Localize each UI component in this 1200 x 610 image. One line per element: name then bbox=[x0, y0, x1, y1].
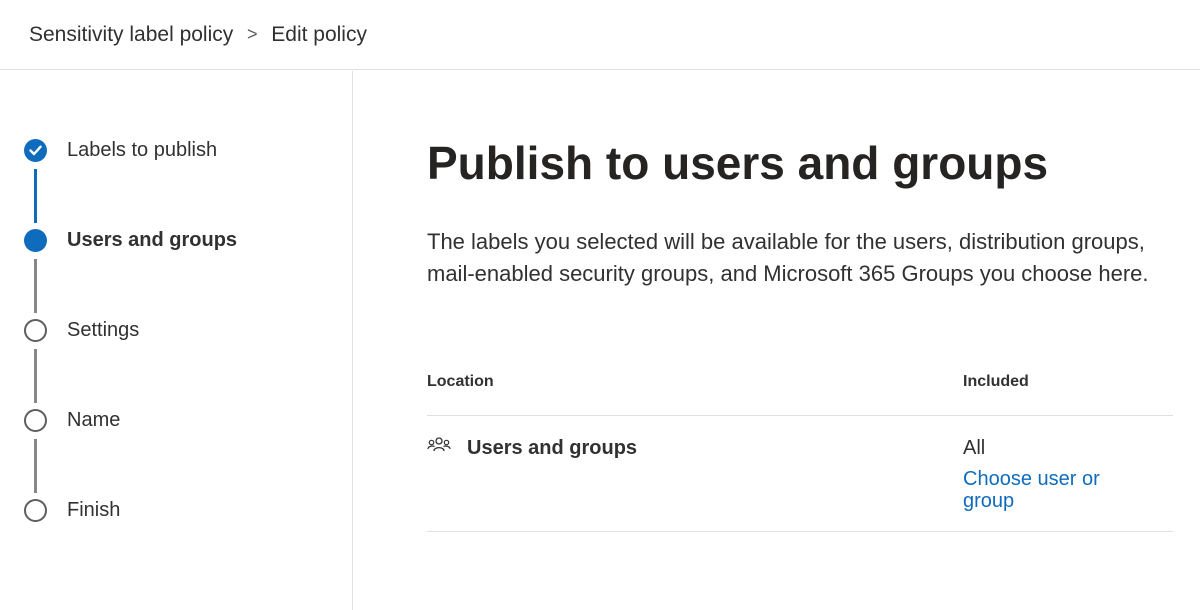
wizard-step-label: Users and groups bbox=[67, 228, 238, 251]
wizard-step-settings[interactable]: Settings bbox=[0, 315, 353, 345]
table-header-row: Location Included bbox=[427, 364, 1173, 416]
wizard-step-users-and-groups[interactable]: Users and groups bbox=[0, 225, 353, 255]
column-header-location: Location bbox=[427, 373, 494, 390]
table-row: Users and groups All Choose user or grou… bbox=[427, 416, 1173, 532]
page-description: The labels you selected will be availabl… bbox=[427, 229, 1149, 286]
step-connector bbox=[34, 439, 37, 493]
empty-circle-icon bbox=[24, 319, 47, 342]
step-connector bbox=[34, 259, 37, 313]
people-icon bbox=[427, 436, 451, 454]
breadcrumb-edit-policy: Edit policy bbox=[271, 22, 367, 46]
breadcrumb: Sensitivity label policy > Edit policy bbox=[29, 23, 367, 47]
locations-table: Location Included Users and groups All C… bbox=[427, 364, 1173, 532]
page-header: Sensitivity label policy > Edit policy bbox=[0, 0, 1200, 70]
wizard-step-label: Name bbox=[67, 408, 121, 431]
included-value: All bbox=[963, 437, 986, 459]
wizard-step-label: Labels to publish bbox=[67, 138, 218, 161]
wizard-step-labels-to-publish[interactable]: Labels to publish bbox=[0, 135, 353, 165]
wizard-step-label: Finish bbox=[67, 498, 121, 521]
wizard-step-name[interactable]: Name bbox=[0, 405, 353, 435]
choose-user-or-group-link[interactable]: Choose user or group bbox=[963, 468, 1123, 512]
step-connector bbox=[34, 349, 37, 403]
page-title: Publish to users and groups bbox=[427, 137, 1049, 189]
wizard-steps: Labels to publish Users and groups Setti… bbox=[0, 71, 353, 610]
wizard-step-label: Settings bbox=[67, 318, 140, 341]
wizard-step-finish[interactable]: Finish bbox=[0, 495, 353, 525]
empty-circle-icon bbox=[24, 409, 47, 432]
location-name: Users and groups bbox=[467, 437, 638, 459]
current-step-dot-icon bbox=[24, 229, 47, 252]
chevron-right-icon: > bbox=[247, 23, 258, 44]
empty-circle-icon bbox=[24, 499, 47, 522]
column-header-included: Included bbox=[963, 373, 1029, 390]
step-connector bbox=[34, 169, 37, 223]
main-content: Publish to users and groups The labels y… bbox=[354, 71, 1200, 610]
breadcrumb-sensitivity-label-policy[interactable]: Sensitivity label policy bbox=[29, 23, 233, 46]
checkmark-circle-icon bbox=[24, 139, 47, 162]
